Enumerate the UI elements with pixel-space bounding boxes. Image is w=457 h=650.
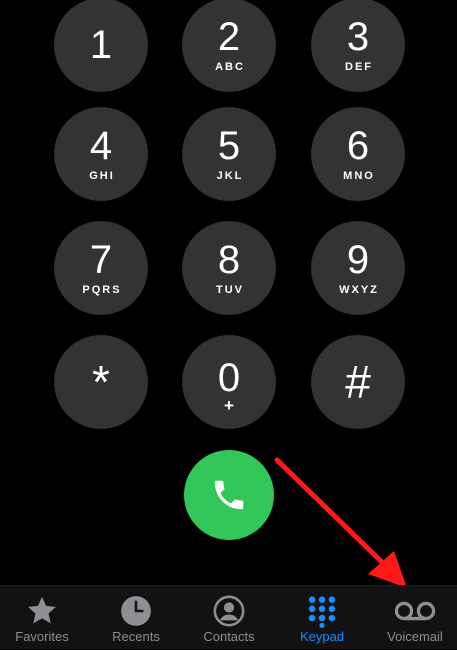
key-7[interactable]: 7 PQRS xyxy=(54,221,148,315)
clock-icon xyxy=(121,596,151,626)
key-0[interactable]: 0 + xyxy=(182,335,276,429)
key-letters: MNO xyxy=(343,170,375,182)
key-digit: 5 xyxy=(217,124,241,168)
key-letters: TUV xyxy=(216,284,244,296)
key-digit: 0 xyxy=(217,355,241,400)
key-digit: 8 xyxy=(217,238,241,282)
key-2[interactable]: 2 ABC xyxy=(182,0,276,92)
key-digit: 2 xyxy=(217,15,241,59)
tab-recents[interactable]: Recents xyxy=(91,586,181,650)
tab-voicemail[interactable]: Voicemail xyxy=(370,586,457,650)
contact-icon xyxy=(213,595,245,627)
tab-label: Voicemail xyxy=(387,629,443,644)
tab-label: Recents xyxy=(112,629,160,644)
key-1[interactable]: 1 xyxy=(54,0,148,92)
keypad-icon xyxy=(308,596,336,628)
star-icon xyxy=(27,596,57,624)
tab-label: Keypad xyxy=(299,629,345,644)
tab-keypad[interactable]: Keypad xyxy=(277,586,367,650)
key-letters: ABC xyxy=(215,61,245,73)
key-digit: 4 xyxy=(89,124,113,168)
key-digit: * xyxy=(92,356,110,408)
voicemail-icon xyxy=(394,601,436,621)
key-6[interactable]: 6 MNO xyxy=(311,107,405,201)
tab-label: Contacts xyxy=(203,629,255,644)
key-digit: 6 xyxy=(346,124,370,168)
key-digit: 1 xyxy=(89,23,113,67)
key-digit: 3 xyxy=(346,15,370,59)
key-5[interactable]: 5 JKL xyxy=(182,107,276,201)
tab-contacts[interactable]: Contacts xyxy=(184,586,274,650)
tab-bar: Favorites Recents Contacts Keypad Voicem… xyxy=(0,585,457,649)
key-letters: + xyxy=(224,395,234,415)
key-digit: 7 xyxy=(89,238,113,282)
tab-label: Favorites xyxy=(15,629,69,644)
key-4[interactable]: 4 GHI xyxy=(54,107,148,201)
key-letters: JKL xyxy=(216,170,244,182)
key-letters: GHI xyxy=(89,170,115,182)
key-letters: WXYZ xyxy=(339,284,379,296)
key-8[interactable]: 8 TUV xyxy=(182,221,276,315)
key-letters: PQRS xyxy=(82,284,122,296)
call-button[interactable] xyxy=(184,450,274,540)
key-3[interactable]: 3 DEF xyxy=(311,0,405,92)
phone-icon xyxy=(214,480,244,510)
tab-favorites[interactable]: Favorites xyxy=(0,586,87,650)
key-digit: 9 xyxy=(346,238,370,282)
key-digit: # xyxy=(345,356,371,408)
key-9[interactable]: 9 WXYZ xyxy=(311,221,405,315)
dial-keypad: 1 2 ABC 3 DEF 4 GHI 5 JKL 6 MNO 7 PQRS 8… xyxy=(0,0,457,430)
key-hash[interactable]: # xyxy=(311,335,405,429)
key-star[interactable]: * xyxy=(54,335,148,429)
key-letters: DEF xyxy=(345,61,373,73)
